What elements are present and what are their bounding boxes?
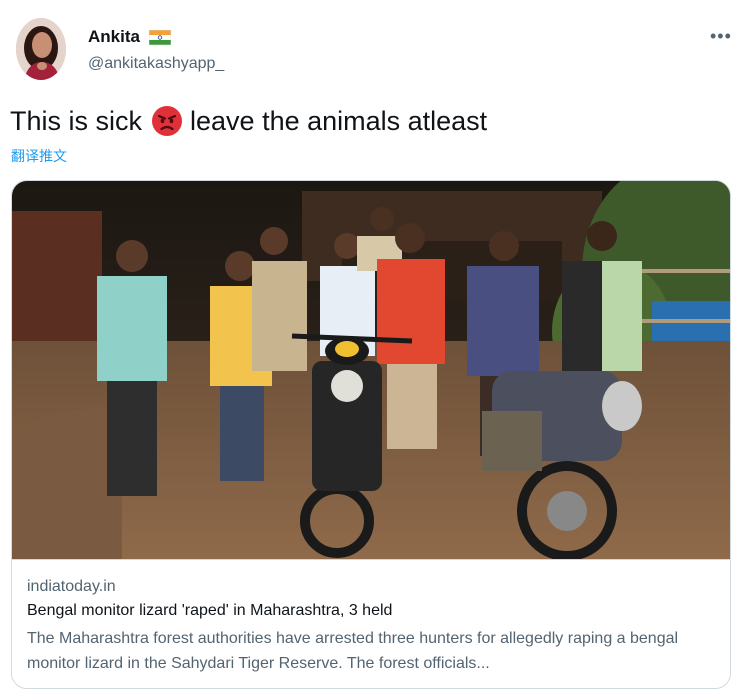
avatar[interactable] <box>16 18 66 80</box>
card-domain: indiatoday.in <box>27 578 116 595</box>
translate-tweet-link[interactable]: 翻译推文 <box>11 146 67 166</box>
author-handle[interactable]: @ankitakashyapp_ <box>88 55 224 73</box>
tweet-text-before: This is sick <box>10 105 143 136</box>
tweet-text: This is sick leave the animals atleast <box>10 105 487 137</box>
author-display-name[interactable]: Ankita <box>88 27 172 47</box>
angry-face-icon <box>151 105 183 137</box>
more-options-icon[interactable]: ••• <box>710 26 732 47</box>
card-title: Bengal monitor lizard 'raped' in Maharas… <box>27 602 393 619</box>
card-image[interactable] <box>12 181 730 561</box>
display-name-text: Ankita <box>88 27 140 46</box>
india-flag-icon <box>148 29 172 45</box>
tweet-text-after: leave the animals atleast <box>190 105 488 136</box>
card-description: The Maharashtra forest authorities have … <box>27 630 679 672</box>
link-preview-card[interactable]: indiatoday.in Bengal monitor lizard 'rap… <box>11 180 731 689</box>
card-meta[interactable]: indiatoday.in Bengal monitor lizard 'rap… <box>12 559 730 688</box>
